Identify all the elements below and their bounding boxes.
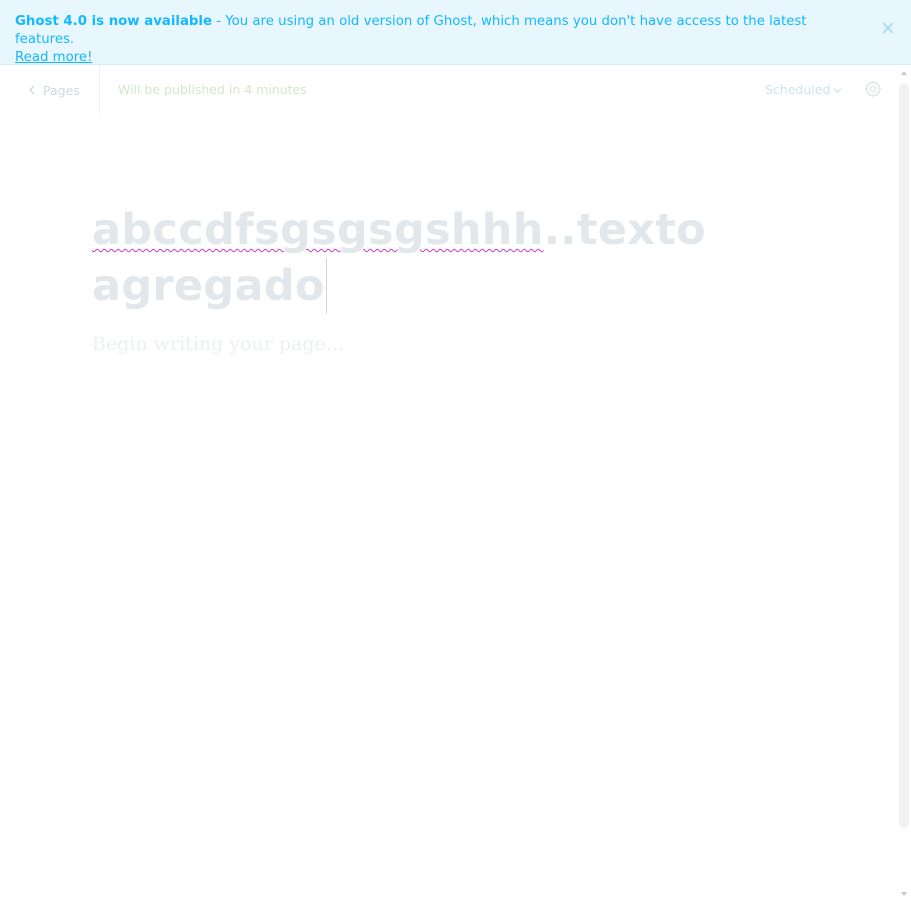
editor-topbar: Pages Will be published in 4 minutes Sch… bbox=[0, 65, 897, 115]
close-icon-glyph bbox=[882, 22, 894, 34]
title-rest-line1: ..texto bbox=[543, 205, 706, 255]
title-line2: agregado bbox=[92, 261, 325, 311]
chevron-down-icon bbox=[833, 87, 842, 93]
scroll-down-arrow[interactable] bbox=[901, 892, 907, 896]
read-more-link[interactable]: Read more! bbox=[15, 50, 92, 65]
close-icon[interactable] bbox=[881, 22, 895, 36]
gear-icon[interactable] bbox=[864, 80, 882, 98]
scroll-thumb[interactable] bbox=[899, 83, 909, 828]
page-body-editor[interactable]: Begin writing your page... bbox=[92, 330, 344, 358]
topbar-divider bbox=[99, 65, 100, 113]
back-to-pages-button[interactable]: Pages bbox=[27, 81, 80, 99]
publish-label: Scheduled bbox=[765, 82, 831, 97]
text-caret bbox=[325, 258, 327, 314]
back-label: Pages bbox=[43, 82, 80, 98]
title-misspelled-word: abccdfsgsgsgshhh bbox=[92, 205, 544, 255]
banner-title: Ghost 4.0 is now available bbox=[15, 14, 213, 29]
update-banner: Ghost 4.0 is now available - You are usi… bbox=[0, 0, 911, 65]
post-title-input[interactable]: abccdfsgsgsgshhh..texto agregado bbox=[92, 202, 782, 314]
banner-text: Ghost 4.0 is now available - You are usi… bbox=[15, 13, 855, 67]
publish-menu-trigger[interactable]: Scheduled bbox=[765, 81, 842, 99]
vertical-scrollbar[interactable] bbox=[897, 65, 911, 902]
publish-status: Will be published in 4 minutes bbox=[118, 82, 307, 97]
chevron-left-icon bbox=[29, 85, 35, 95]
scroll-up-arrow[interactable] bbox=[901, 71, 907, 75]
settings-gear-glyph bbox=[864, 80, 882, 98]
